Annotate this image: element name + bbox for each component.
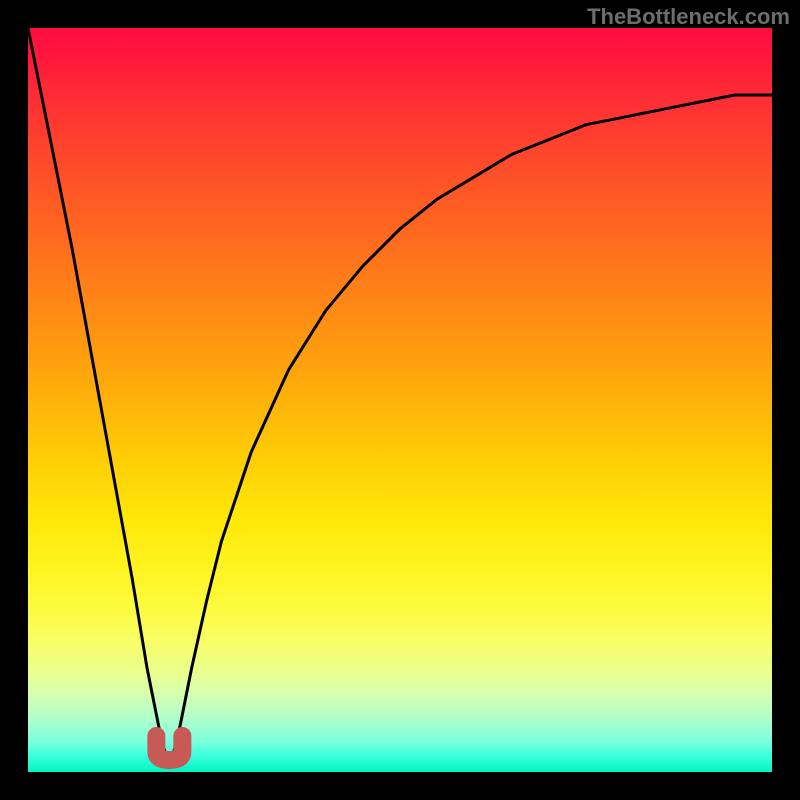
bottleneck-curve bbox=[28, 28, 772, 765]
attribution-text: TheBottleneck.com bbox=[587, 4, 790, 30]
optimal-marker-icon bbox=[156, 736, 182, 760]
plot-area bbox=[28, 28, 772, 772]
chart-frame: TheBottleneck.com bbox=[0, 0, 800, 800]
curve-layer bbox=[28, 28, 772, 772]
